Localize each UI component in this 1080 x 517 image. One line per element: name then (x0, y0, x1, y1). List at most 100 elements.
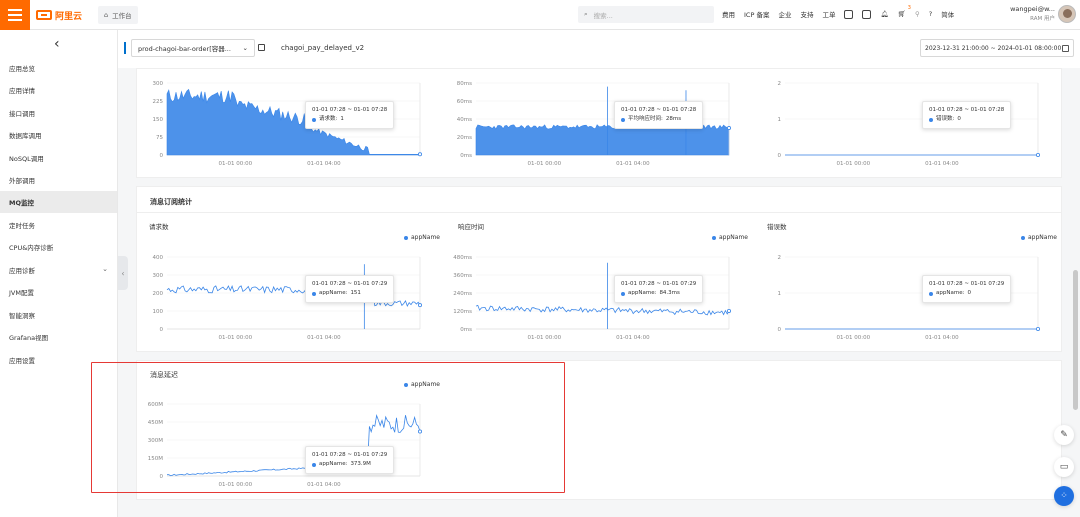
user-info[interactable]: wangpei@w... RAM 用户 (1005, 4, 1055, 24)
nav-icp[interactable]: ICP 备案 (744, 9, 769, 19)
hover-point (726, 126, 731, 131)
sidebar-item-external-calls[interactable]: 外部调用 (0, 169, 117, 191)
legend-dot (712, 235, 716, 240)
nav-fees[interactable]: 费用 (722, 9, 735, 19)
x-tick-label: 01-01 04:00 (616, 335, 650, 341)
y-tick-label: 40ms (457, 117, 472, 123)
y-tick-label: 80ms (457, 81, 472, 87)
y-tick-label: 60ms (457, 99, 472, 105)
x-tick-label: 01-01 04:00 (307, 335, 341, 341)
highlight-box (91, 362, 565, 493)
chart-legend[interactable]: appName (404, 234, 440, 241)
subscribe-title: 消息订阅统计 (150, 198, 192, 206)
sidebar-item-nosql-calls[interactable]: NoSQL调用 (0, 147, 117, 169)
tooltip-time: 01-01 07:28 ~ 01-01 07:29 (312, 281, 388, 287)
hover-point (417, 152, 422, 157)
tooltip-time: 01-01 07:28 ~ 01-01 07:29 (929, 281, 1005, 287)
search-input[interactable]: ⌕ 搜索... (578, 6, 714, 23)
tooltip-value: 1 (340, 116, 344, 122)
chart-legend[interactable]: appName (712, 234, 748, 241)
tooltip-value: 84.3ms (659, 290, 680, 296)
legend-label: appName (411, 234, 440, 241)
apps-icon[interactable]: ⁘ (1054, 486, 1074, 506)
chart-title: 请求数 (149, 223, 169, 231)
y-tick-label: 0ms (460, 327, 472, 333)
y-tick-label: 0 (160, 327, 164, 333)
feedback-icon[interactable]: ▭ (1054, 457, 1074, 477)
y-tick-label: 200 (153, 291, 164, 297)
y-tick-label: 0ms (460, 153, 472, 159)
help-icon[interactable]: ? (929, 10, 932, 18)
cart-icon[interactable]: 🛒︎ 3 (898, 5, 911, 18)
copy-icon[interactable] (258, 44, 265, 51)
user-name: wangpei@w... (1010, 5, 1055, 13)
sidebar-item-mq-monitor[interactable]: MQ监控 (0, 191, 117, 213)
x-tick-label: 01-01 00:00 (219, 335, 253, 341)
sidebar-item-jvm[interactable]: JVM配置 (0, 281, 117, 303)
search-placeholder: 搜索... (593, 11, 613, 20)
tooltip-dot (929, 117, 933, 122)
series-area (475, 124, 730, 156)
chart-tooltip: 01-01 07:28 ~ 01-01 07:28 平均响应时间: 28ms (614, 101, 704, 129)
sidebar-item-api-calls[interactable]: 接口调用 (0, 102, 117, 124)
legend-dot (1021, 235, 1025, 240)
sidebar-item-scheduled-tasks[interactable]: 定时任务 (0, 214, 117, 236)
tooltip-time: 01-01 07:28 ~ 01-01 07:28 (312, 107, 388, 113)
chart-title: 错误数 (767, 223, 787, 231)
nav-support[interactable]: 支持 (800, 9, 813, 19)
logo-icon (36, 10, 52, 20)
back-arrow-icon[interactable]: ‹ (54, 36, 60, 52)
edit-icon[interactable]: ✎ (1054, 425, 1074, 445)
x-tick-label: 01-01 04:00 (307, 161, 341, 167)
time-range-picker[interactable]: 2023-12-31 21:00:00 ~ 2024-01-01 08:00:0… (920, 39, 1074, 57)
tooltip-label: appName: (628, 290, 657, 296)
app-select[interactable]: prod-chagoi-bar-order[容器... ⌄ (131, 39, 255, 57)
home-icon: ⌂ (104, 11, 109, 19)
tooltip-value: 0 (967, 290, 971, 296)
workbench-label: 工作台 (112, 12, 132, 20)
tooltip-time: 01-01 07:28 ~ 01-01 07:28 (621, 107, 697, 113)
hover-point (1035, 327, 1040, 332)
tooltip-dot (621, 117, 625, 122)
language-switch[interactable]: 简体 (941, 9, 954, 19)
tooltip-label: appName: (936, 290, 965, 296)
sidebar-item-app-diagnosis[interactable]: 应用诊断 ⌄ (0, 259, 117, 281)
workbench-button[interactable]: ⌂ 工作台 (98, 6, 138, 24)
sidebar-item-app-detail[interactable]: 应用详情 (0, 79, 117, 101)
terminal-icon[interactable] (844, 9, 854, 19)
y-tick-label: 2 (778, 255, 782, 261)
y-tick-label: 225 (153, 99, 164, 105)
nav-ticket[interactable]: 工单 (822, 9, 835, 19)
sidebar-item-overview[interactable]: 应用总览 (0, 57, 117, 79)
sidebar-collapse-handle[interactable]: ‹ (118, 256, 128, 290)
logo[interactable]: 阿里云 (36, 9, 82, 22)
grid-icon[interactable] (862, 9, 872, 19)
avatar[interactable] (1058, 5, 1076, 23)
nav-enterprise[interactable]: 企业 (778, 9, 791, 19)
bell-icon[interactable]: 🔔︎ (880, 10, 888, 18)
hover-point (1035, 153, 1040, 158)
x-tick-label: 01-01 00:00 (837, 161, 871, 167)
metric-name: chagoi_pay_delayed_v2 (281, 44, 365, 52)
chart-tooltip: 01-01 07:28 ~ 01-01 07:28 错误数: 0 (922, 101, 1012, 129)
y-tick-label: 240ms (453, 291, 472, 297)
y-tick-label: 0 (778, 327, 782, 333)
menu-icon[interactable] (0, 0, 30, 30)
tooltip-dot (312, 291, 316, 296)
location-icon[interactable]: ⚲ (915, 10, 920, 18)
sidebar-item-db-calls[interactable]: 数据库调用 (0, 124, 117, 146)
sidebar-item-insights[interactable]: 智能洞察 (0, 304, 117, 326)
y-tick-label: 20ms (457, 135, 472, 141)
scrollbar-thumb[interactable] (1073, 270, 1078, 410)
divider (136, 212, 1062, 213)
x-tick-label: 01-01 04:00 (616, 161, 650, 167)
series-line (475, 304, 730, 316)
cart-badge: 3 (907, 5, 911, 11)
tooltip-dot (312, 117, 316, 122)
sidebar-item-grafana[interactable]: Grafana视图 (0, 326, 117, 348)
chart-legend[interactable]: appName (1021, 234, 1057, 241)
tooltip-label: 平均响应时间: (628, 116, 663, 122)
legend-label: appName (719, 234, 748, 241)
y-tick-label: 0 (160, 153, 164, 159)
sidebar-item-cpu-memory[interactable]: CPU&内存诊断 (0, 236, 117, 258)
